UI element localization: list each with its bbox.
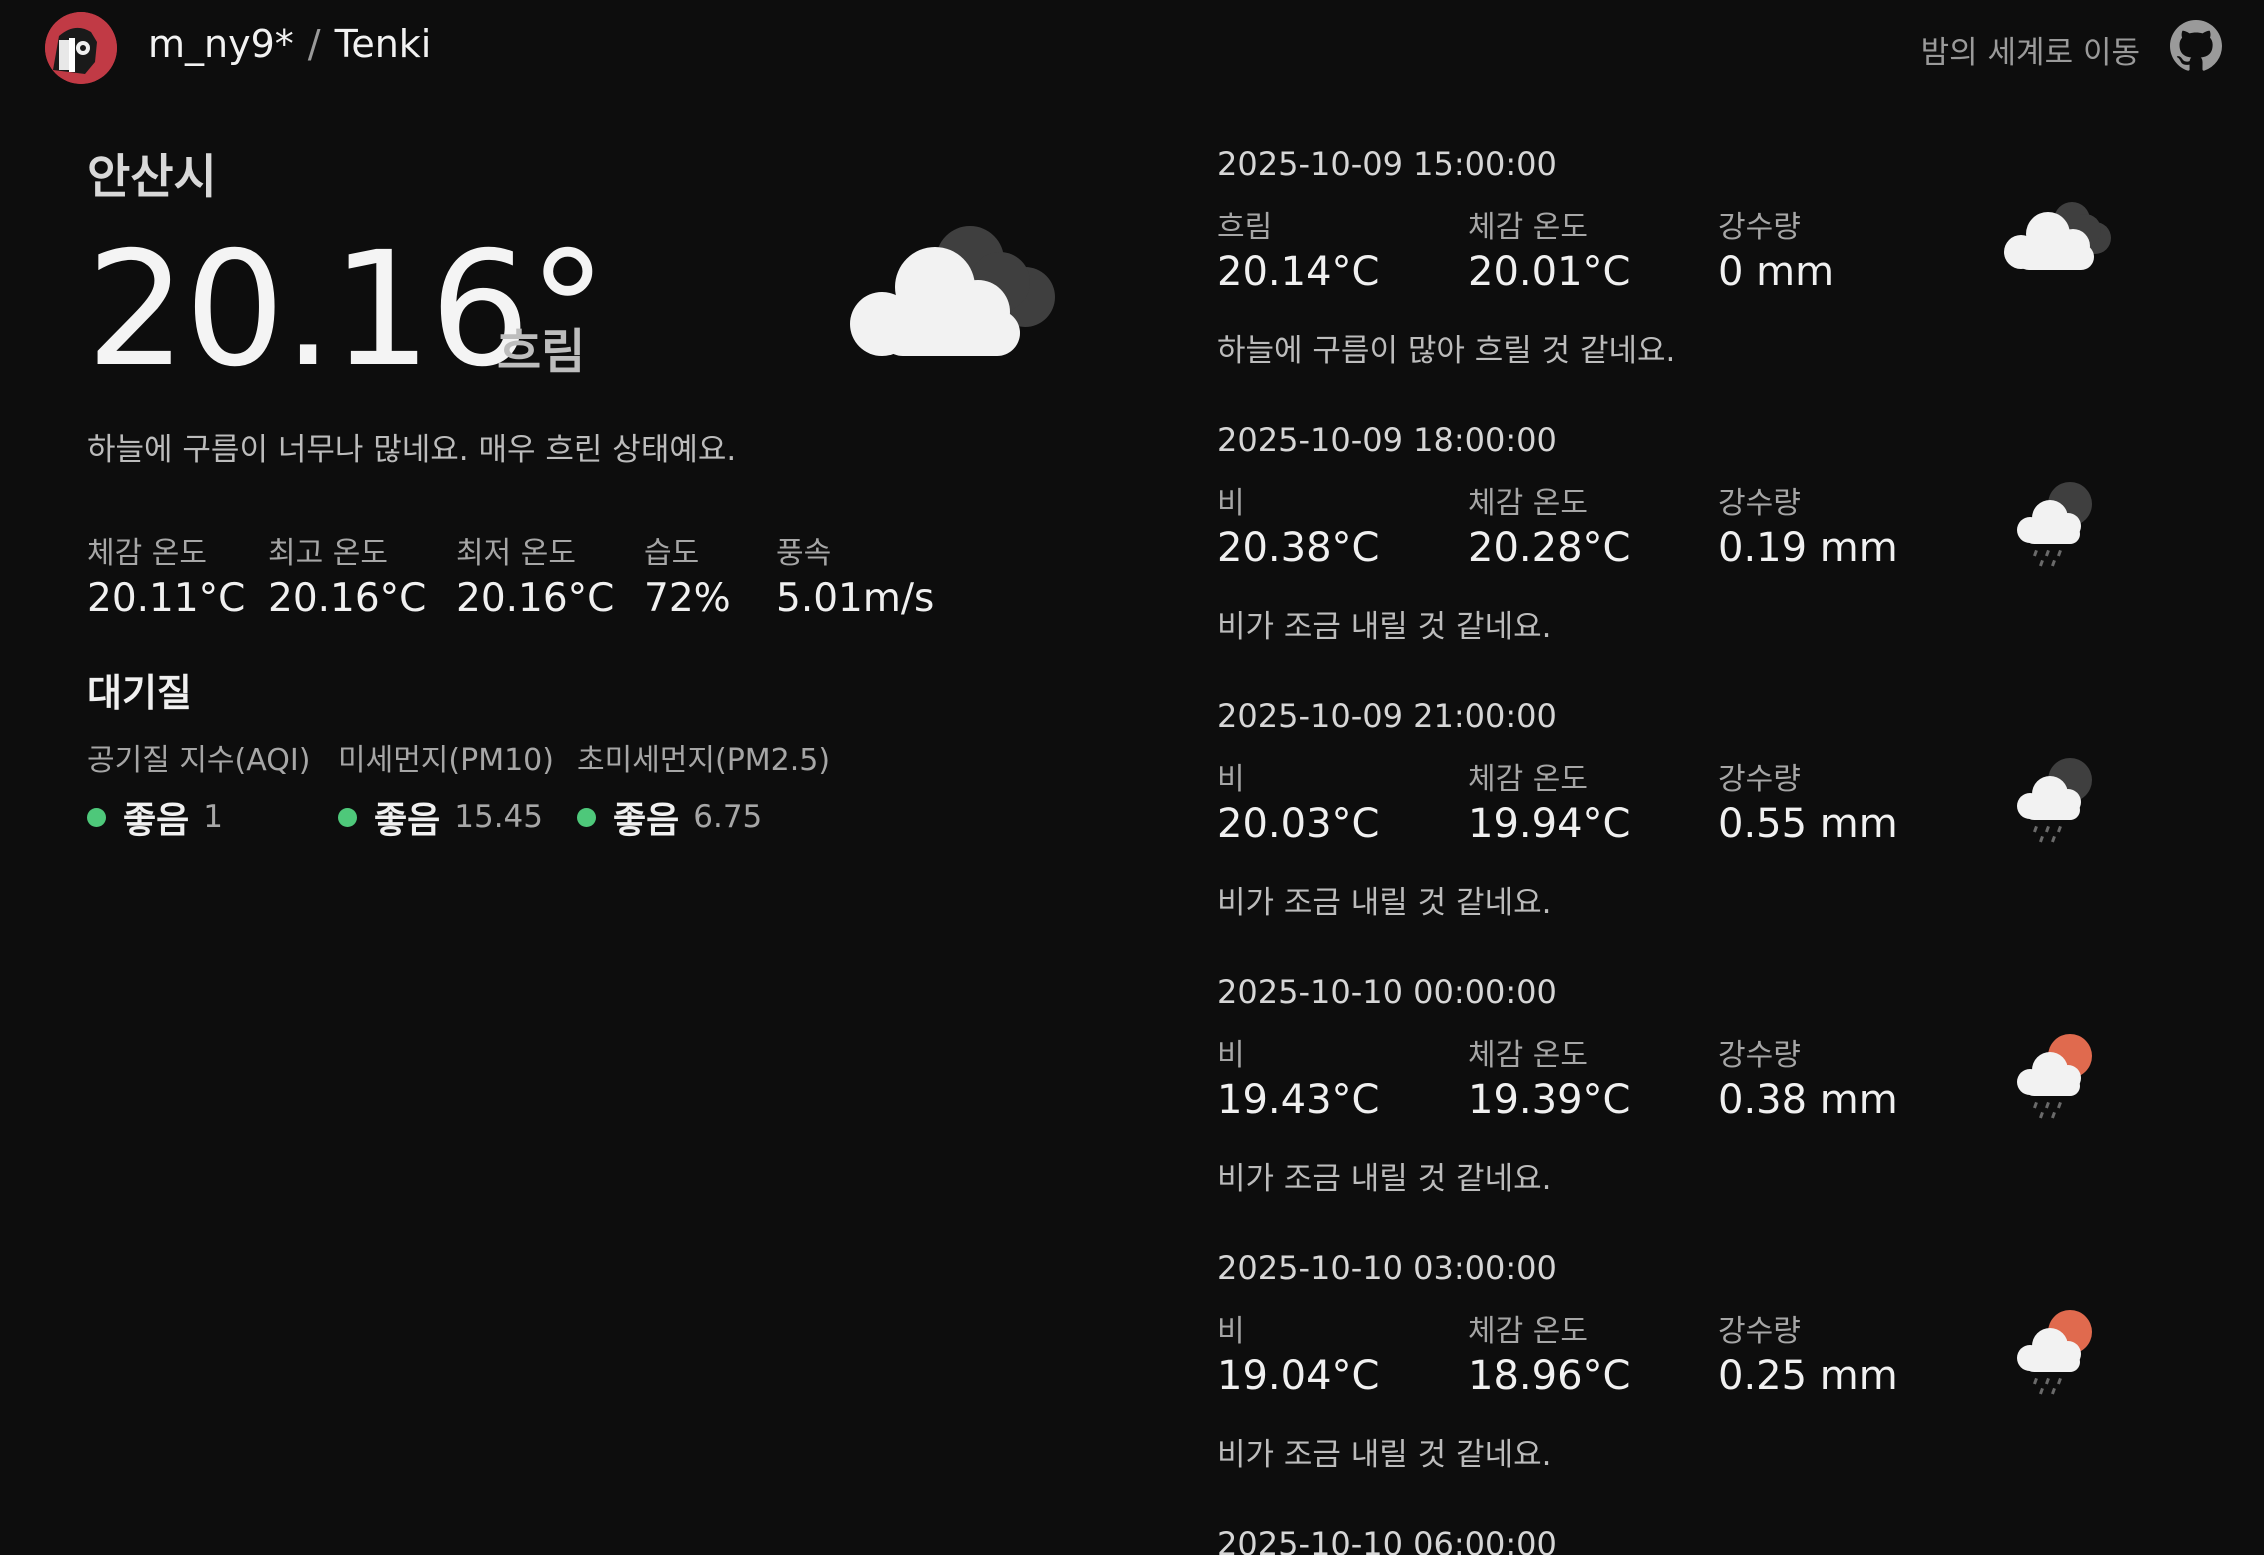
aq-grade: 좋음 xyxy=(123,800,190,841)
breadcrumb: m_ny9* / Tenki xyxy=(148,22,431,66)
stat-label: 풍속 xyxy=(776,536,832,571)
forecast-item: 2025-10-09 18:00:00 비 체감 온도 강수량 20.38°C … xyxy=(1217,421,2177,691)
forecast-datetime: 2025-10-10 00:00:00 xyxy=(1217,973,1557,1011)
night-mode-link[interactable]: 밤의 세계로 이동 xyxy=(1921,27,2140,72)
app-title[interactable]: Tenki xyxy=(335,22,432,66)
forecast-temp: 19.04°C xyxy=(1217,1353,1380,1399)
stat-value: 20.11°C xyxy=(87,576,246,621)
forecast-precip: 0.55 mm xyxy=(1718,801,1898,847)
aq-grade: 좋음 xyxy=(374,800,441,841)
feels-label: 체감 온도 xyxy=(1468,210,1588,245)
forecast-description: 비가 조금 내릴 것 같네요. xyxy=(1217,1437,1552,1473)
stat-label: 최저 온도 xyxy=(456,536,576,571)
status-dot-icon xyxy=(577,807,596,827)
avatar-icon xyxy=(45,12,117,84)
weather-page: m_ny9* / Tenki 밤의 세계로 이동 안산시 20.16° 흐림 하늘에… xyxy=(0,0,2264,1555)
forecast-condition: 비 xyxy=(1217,1038,1245,1073)
precip-label: 강수량 xyxy=(1718,1038,1801,1073)
stat-value: 20.16°C xyxy=(268,576,427,621)
stat-value: 20.16°C xyxy=(456,576,615,621)
feels-label: 체감 온도 xyxy=(1468,1038,1588,1073)
aq-label: 공기질 지수(AQI) xyxy=(87,743,311,778)
stat-wind-speed: 풍속 5.01m/s xyxy=(776,528,934,621)
forecast-datetime: 2025-10-09 15:00:00 xyxy=(1217,145,1557,183)
precip-label: 강수량 xyxy=(1718,1314,1801,1349)
avatar[interactable] xyxy=(45,12,117,84)
aqi-item: 공기질 지수(AQI) 좋음 1 xyxy=(87,735,310,843)
stat-min-temp: 최저 온도 20.16°C xyxy=(456,528,614,621)
precip-label: 강수량 xyxy=(1718,210,1801,245)
forecast-condition: 흐림 xyxy=(1217,210,1273,245)
current-description: 하늘에 구름이 너무나 많네요. 매우 흐린 상태예요. xyxy=(87,432,737,468)
forecast-feels: 19.94°C xyxy=(1468,801,1631,847)
forecast-temp: 20.14°C xyxy=(1217,249,1380,295)
forecast-precip: 0.38 mm xyxy=(1718,1077,1898,1123)
forecast-temp: 20.38°C xyxy=(1217,525,1380,571)
forecast-feels: 18.96°C xyxy=(1468,1353,1631,1399)
forecast-item: 2025-10-10 00:00:00 비 체감 온도 강수량 19.43°C … xyxy=(1217,973,2177,1243)
forecast-datetime: 2025-10-09 18:00:00 xyxy=(1217,421,1557,459)
forecast-feels: 19.39°C xyxy=(1468,1077,1631,1123)
cloudy-icon xyxy=(2004,202,2111,270)
forecast-temp: 20.03°C xyxy=(1217,801,1380,847)
rain-night-icon xyxy=(2017,758,2092,843)
forecast-condition: 비 xyxy=(1217,1314,1245,1349)
precip-label: 강수량 xyxy=(1718,762,1801,797)
aq-label: 초미세먼지(PM2.5) xyxy=(577,743,831,778)
precip-label: 강수량 xyxy=(1718,486,1801,521)
forecast-datetime: 2025-10-10 03:00:00 xyxy=(1217,1249,1557,1287)
forecast-feels: 20.28°C xyxy=(1468,525,1631,571)
forecast-condition: 비 xyxy=(1217,762,1245,797)
feels-label: 체감 온도 xyxy=(1468,486,1588,521)
stat-label: 최고 온도 xyxy=(268,536,388,571)
stat-feels-like: 체감 온도 20.11°C xyxy=(87,528,245,621)
forecast-item: 2025-10-09 15:00:00 흐림 체감 온도 강수량 20.14°C… xyxy=(1217,145,2177,415)
rain-sun-icon xyxy=(2017,1310,2092,1395)
aq-value: 15.45 xyxy=(454,799,543,835)
rain-sun-icon xyxy=(2017,1034,2092,1119)
forecast-precip: 0.25 mm xyxy=(1718,1353,1898,1399)
current-condition: 흐림 xyxy=(497,324,586,380)
forecast-description: 비가 조금 내릴 것 같네요. xyxy=(1217,609,1552,645)
stat-label: 체감 온도 xyxy=(87,536,207,571)
pm25-item: 초미세먼지(PM2.5) 좋음 6.75 xyxy=(577,735,830,843)
feels-label: 체감 온도 xyxy=(1468,1314,1588,1349)
pm10-item: 미세먼지(PM10) 좋음 15.45 xyxy=(338,735,554,843)
forecast-item: 2025-10-09 21:00:00 비 체감 온도 강수량 20.03°C … xyxy=(1217,697,2177,967)
aq-label: 미세먼지(PM10) xyxy=(338,743,554,778)
stat-value: 5.01m/s xyxy=(776,576,935,621)
stat-label: 습도 xyxy=(644,536,700,571)
air-quality-title: 대기질 xyxy=(87,671,192,715)
aq-value: 1 xyxy=(203,799,223,835)
stat-max-temp: 최고 온도 20.16°C xyxy=(268,528,426,621)
forecast-precip: 0 mm xyxy=(1718,249,1835,295)
status-dot-icon xyxy=(338,807,357,827)
forecast-condition: 비 xyxy=(1217,486,1245,521)
stat-humidity: 습도 72% xyxy=(644,528,731,621)
status-dot-icon xyxy=(87,807,106,827)
forecast-description: 비가 조금 내릴 것 같네요. xyxy=(1217,1161,1552,1197)
cloudy-icon xyxy=(850,226,1055,356)
forecast-description: 비가 조금 내릴 것 같네요. xyxy=(1217,885,1552,921)
feels-label: 체감 온도 xyxy=(1468,762,1588,797)
forecast-item: 2025-10-10 06:00:00 xyxy=(1217,1525,2177,1555)
forecast-temp: 19.43°C xyxy=(1217,1077,1380,1123)
forecast-description: 하늘에 구름이 많아 흐릴 것 같네요. xyxy=(1217,333,1676,369)
forecast-datetime: 2025-10-09 21:00:00 xyxy=(1217,697,1557,735)
stat-value: 72% xyxy=(644,576,731,621)
aq-grade: 좋음 xyxy=(613,800,680,841)
forecast-precip: 0.19 mm xyxy=(1718,525,1898,571)
github-icon[interactable] xyxy=(2170,20,2222,72)
aq-value: 6.75 xyxy=(693,799,763,835)
forecast-datetime: 2025-10-10 06:00:00 xyxy=(1217,1525,1557,1555)
city-name: 안산시 xyxy=(87,150,217,205)
rain-night-icon xyxy=(2017,482,2092,567)
user-link[interactable]: m_ny9* xyxy=(148,22,294,66)
forecast-feels: 20.01°C xyxy=(1468,249,1631,295)
breadcrumb-separator: / xyxy=(307,22,321,66)
forecast-item: 2025-10-10 03:00:00 비 체감 온도 강수량 19.04°C … xyxy=(1217,1249,2177,1519)
top-bar: m_ny9* / Tenki 밤의 세계로 이동 xyxy=(0,0,2264,100)
